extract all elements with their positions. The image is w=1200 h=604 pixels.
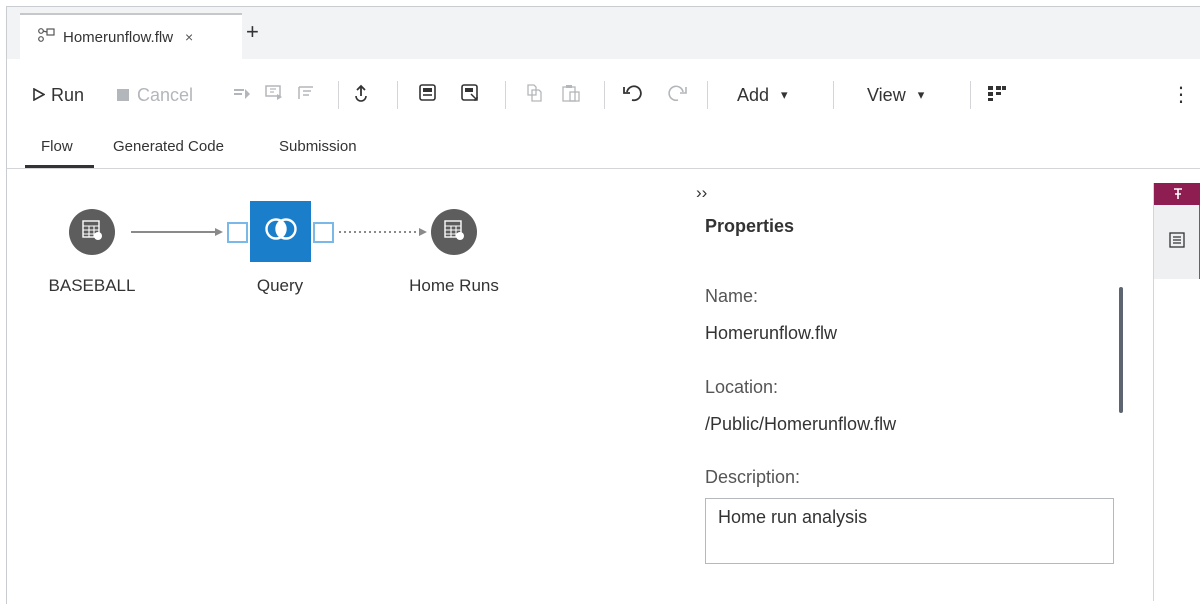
right-rail bbox=[1153, 183, 1200, 601]
close-tab-icon[interactable]: × bbox=[185, 29, 193, 45]
editor-tabs: Flow Generated Code Submission bbox=[7, 121, 1200, 169]
toolbar: Run Cancel Add ▾ View ▾ ⋮ bbox=[7, 59, 1200, 121]
add-menu-button[interactable]: Add ▾ bbox=[737, 84, 788, 106]
layout-button[interactable] bbox=[987, 84, 1007, 107]
connector-arrow bbox=[419, 228, 427, 236]
redo-icon bbox=[667, 84, 687, 107]
redo-button[interactable] bbox=[667, 84, 687, 107]
connector-arrow bbox=[215, 228, 223, 236]
stop-icon bbox=[117, 84, 129, 106]
description-field[interactable]: Home run analysis bbox=[705, 498, 1114, 564]
upload-button[interactable] bbox=[353, 84, 369, 107]
output-port[interactable] bbox=[313, 222, 334, 243]
auto-layout-icon bbox=[987, 84, 1007, 107]
toolbar-divider bbox=[970, 81, 971, 109]
toolbar-divider bbox=[604, 81, 605, 109]
run-button[interactable]: Run bbox=[33, 84, 84, 106]
node-baseball[interactable] bbox=[69, 209, 115, 255]
node-query[interactable] bbox=[250, 201, 311, 262]
copy-icon bbox=[526, 84, 543, 107]
name-label: Name: bbox=[705, 286, 759, 306]
paste-icon bbox=[562, 84, 580, 107]
undo-icon bbox=[623, 84, 643, 107]
run-selected-button[interactable] bbox=[233, 84, 251, 106]
location-label: Location: bbox=[705, 377, 779, 397]
tab-homerunflow[interactable]: Homerunflow.flw × bbox=[20, 13, 242, 59]
save-icon bbox=[419, 84, 436, 106]
node-label-home-runs: Home Runs bbox=[409, 276, 499, 295]
input-port[interactable] bbox=[227, 222, 248, 243]
node-label-query: Query bbox=[256, 276, 304, 295]
chevron-down-icon: ▾ bbox=[917, 87, 925, 102]
run-label: Run bbox=[51, 85, 85, 105]
add-label: Add bbox=[737, 85, 770, 105]
name-value: Homerunflow.flw bbox=[705, 323, 838, 343]
run-from-node-icon bbox=[297, 84, 315, 106]
run-from-node-button[interactable] bbox=[297, 84, 315, 106]
play-icon bbox=[33, 84, 46, 106]
location-value: /Public/Homerunflow.flw bbox=[705, 414, 897, 434]
toolbar-divider bbox=[833, 81, 834, 109]
tab-generated-code[interactable]: Generated Code bbox=[113, 138, 224, 155]
table-icon bbox=[81, 219, 103, 246]
chevron-down-icon: ▾ bbox=[781, 87, 788, 102]
table-icon bbox=[443, 219, 465, 246]
flow-editor-window: Homerunflow.flw × + Run Cancel Add ▾ Vie… bbox=[6, 6, 1200, 604]
node-home-runs[interactable] bbox=[431, 209, 477, 255]
flow-canvas[interactable]: BASEBALL Query Home Runs bbox=[7, 170, 687, 604]
node-label-baseball: BASEBALL bbox=[48, 276, 136, 295]
scrollbar[interactable] bbox=[1119, 287, 1123, 413]
tab-flow[interactable]: Flow bbox=[41, 138, 73, 155]
save-as-button[interactable] bbox=[461, 84, 479, 107]
upload-icon bbox=[353, 84, 369, 107]
more-options-icon[interactable]: ⋮ bbox=[1171, 84, 1191, 106]
properties-panel: ›› Properties Name: Homerunflow.flw Loca… bbox=[687, 170, 1152, 604]
toolbar-divider bbox=[707, 81, 708, 109]
run-node-button[interactable] bbox=[265, 84, 283, 106]
pin-icon[interactable] bbox=[1154, 183, 1200, 205]
properties-icon bbox=[1168, 231, 1185, 253]
run-node-icon bbox=[265, 84, 283, 106]
copy-button[interactable] bbox=[526, 84, 543, 107]
new-tab-button[interactable]: + bbox=[246, 21, 259, 43]
flow-icon bbox=[37, 27, 55, 47]
collapse-panel-icon[interactable]: ›› bbox=[696, 183, 707, 203]
properties-title: Properties bbox=[705, 216, 795, 236]
save-as-icon bbox=[461, 84, 479, 107]
toolbar-divider bbox=[397, 81, 398, 109]
view-label: View bbox=[867, 85, 906, 105]
cancel-label: Cancel bbox=[137, 85, 194, 105]
tab-title: Homerunflow.flw bbox=[63, 28, 174, 46]
paste-button[interactable] bbox=[562, 84, 580, 107]
description-label: Description: bbox=[705, 467, 801, 487]
tab-bar: Homerunflow.flw × + bbox=[7, 7, 1200, 59]
cancel-button[interactable]: Cancel bbox=[117, 84, 193, 106]
properties-rail-button[interactable] bbox=[1154, 205, 1200, 279]
toolbar-divider bbox=[338, 81, 339, 109]
undo-button[interactable] bbox=[623, 84, 643, 107]
query-join-icon bbox=[264, 216, 297, 247]
toolbar-divider bbox=[505, 81, 506, 109]
active-tab-indicator bbox=[25, 165, 94, 168]
view-menu-button[interactable]: View ▾ bbox=[867, 84, 924, 106]
run-selected-icon bbox=[233, 84, 251, 106]
save-button[interactable] bbox=[419, 84, 436, 106]
tab-submission[interactable]: Submission bbox=[279, 138, 357, 155]
